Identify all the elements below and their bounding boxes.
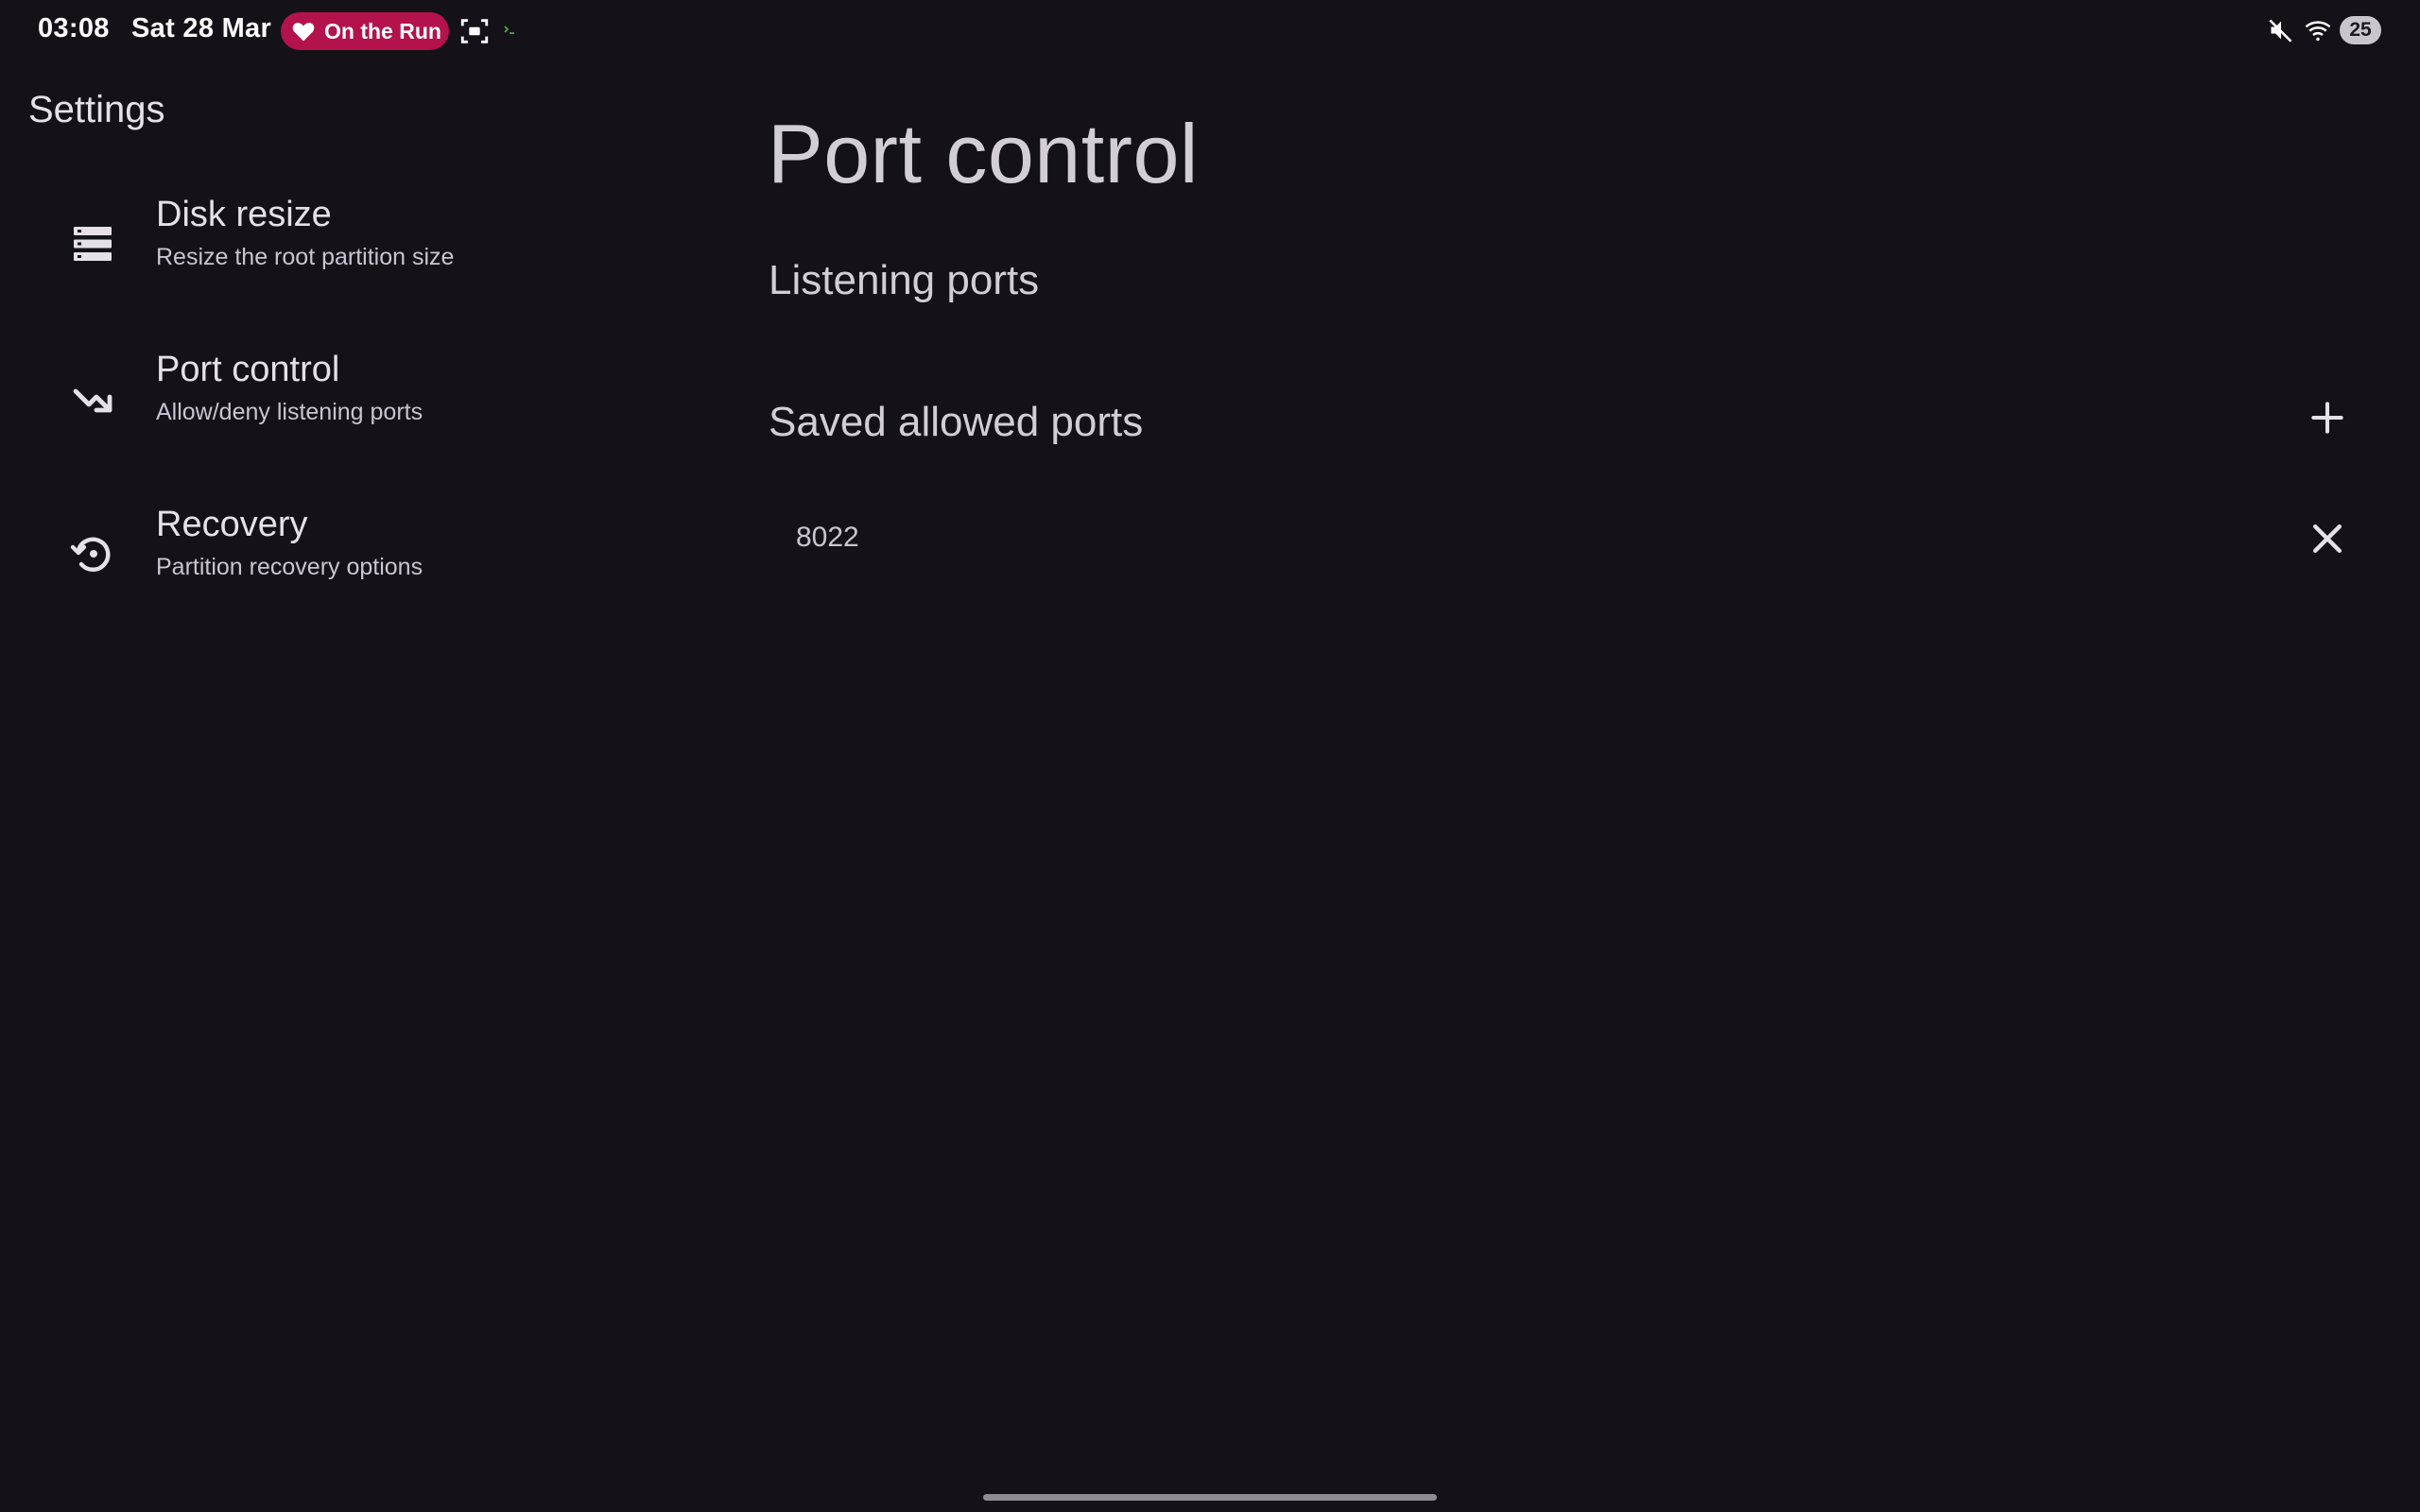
status-date: Sat 28 Mar (131, 13, 272, 43)
chip-label: On the Run (324, 18, 441, 43)
saved-port-row: 8022 (768, 501, 2356, 576)
sidebar-item-port-control[interactable]: Port control Allow/deny listening ports (28, 333, 709, 465)
sidebar-item-disk-resize[interactable]: Disk resize Resize the root partition si… (28, 178, 709, 310)
screenshot-icon (460, 19, 489, 43)
ongoing-activity-chip[interactable]: On the Run (281, 12, 449, 50)
status-bar: 03:08 Sat 28 Mar On the Run 25 (0, 0, 2420, 60)
saved-allowed-ports-heading: Saved allowed ports (769, 399, 1144, 445)
sidebar-item-label: Disk resize (156, 195, 332, 234)
wifi-icon (2305, 21, 2331, 42)
battery-indicator: 25 (2340, 16, 2381, 44)
sidebar-item-description: Resize the root partition size (156, 244, 455, 270)
gesture-navigation-handle[interactable] (983, 1494, 1437, 1501)
battery-level: 25 (2349, 19, 2372, 41)
mute-icon (2269, 19, 2292, 43)
terminal-icon (504, 26, 514, 34)
listening-ports-heading: Listening ports (769, 257, 1040, 303)
sidebar-item-label: Recovery (156, 505, 308, 544)
settings-title: Settings (28, 89, 165, 130)
sidebar-item-recovery[interactable]: Recovery Partition recovery options (28, 488, 709, 620)
trending-arrow-icon (73, 388, 112, 413)
add-port-button[interactable] (2307, 397, 2348, 438)
screen: 03:08 Sat 28 Mar On the Run 25 Settings … (0, 0, 2420, 1512)
heart-icon (292, 23, 315, 42)
storage-icon (74, 227, 112, 261)
sidebar-item-label: Port control (156, 350, 340, 389)
sidebar-item-description: Partition recovery options (156, 554, 424, 580)
page-title: Port control (768, 107, 1199, 200)
remove-port-button[interactable] (2307, 518, 2348, 559)
sidebar-item-description: Allow/deny listening ports (156, 399, 424, 425)
status-time: 03:08 (38, 13, 110, 43)
restore-icon (70, 537, 111, 572)
port-number: 8022 (796, 522, 859, 553)
